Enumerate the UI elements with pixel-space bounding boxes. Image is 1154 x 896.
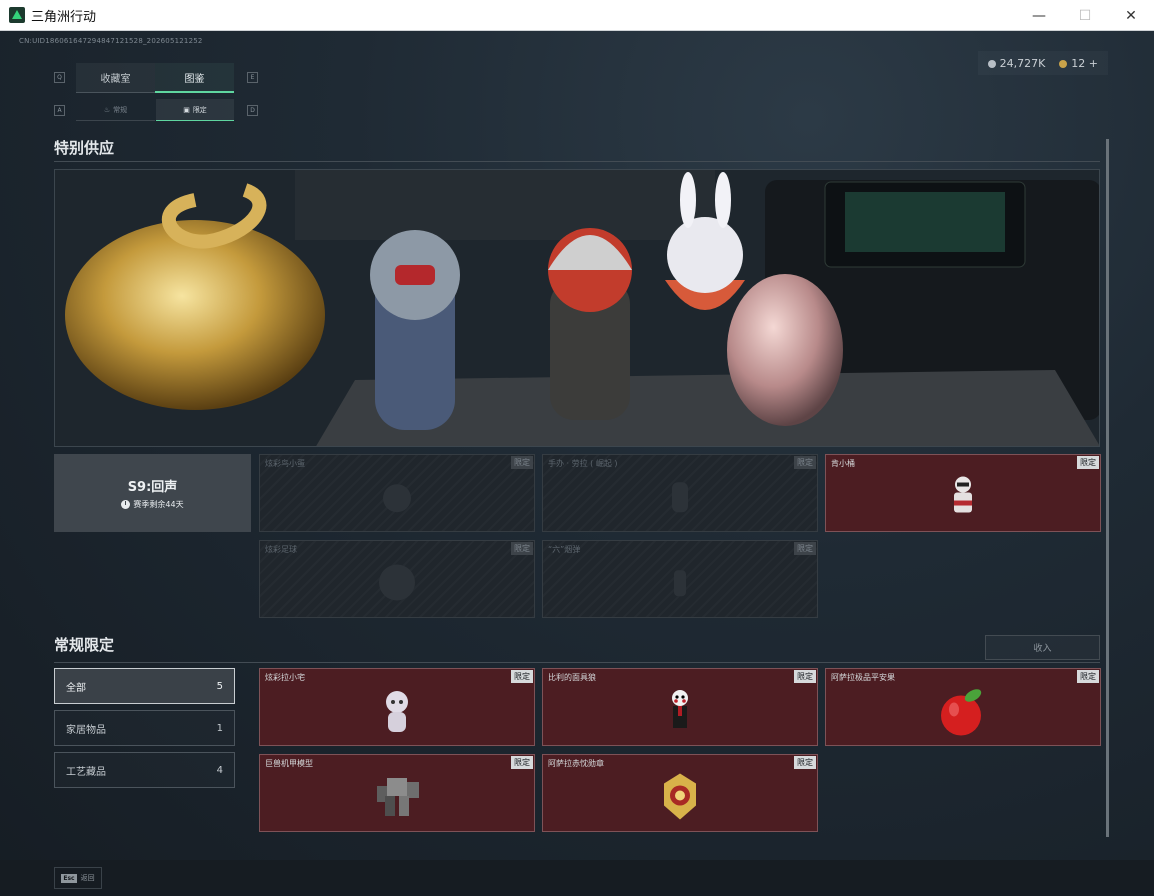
special-supply-banner[interactable]	[54, 169, 1100, 447]
category-count: 4	[216, 764, 223, 776]
window-titlebar: 三角洲行动 — ☐ ✕	[0, 0, 1154, 31]
limited-badge: 限定	[1077, 670, 1099, 683]
season-remaining-text: 赛季剩余44天	[133, 500, 184, 509]
category-craft[interactable]: 工艺藏品 4	[54, 752, 235, 788]
regular-limited-title: 常规限定	[54, 636, 115, 654]
regular-item-card[interactable]: 阿萨拉赤忱勋章 限定	[542, 754, 818, 832]
section-divider	[54, 662, 1100, 663]
special-item-card[interactable]: 炫彩鸟小蛋 限定	[259, 454, 535, 532]
key-hint-a: A	[54, 105, 65, 116]
close-button[interactable]: ✕	[1108, 0, 1154, 31]
normal-icon: ♨	[103, 105, 111, 114]
item-name: “六”烟弹	[548, 545, 581, 554]
subtab-normal-label: 常规	[113, 105, 128, 114]
limited-badge: 限定	[794, 456, 816, 469]
back-button[interactable]: Esc 返回	[54, 867, 102, 889]
tab-catalog[interactable]: 图鉴	[155, 63, 234, 93]
window-controls: — ☐ ✕	[1016, 0, 1154, 31]
limited-icon: ▣	[183, 105, 190, 114]
app-logo-icon	[9, 7, 25, 23]
limited-badge: 限定	[511, 542, 533, 555]
category-label: 家居物品	[66, 724, 106, 736]
regular-item-card[interactable]: 巨兽机甲模型 限定	[259, 754, 535, 832]
limited-badge: 限定	[511, 670, 533, 683]
special-item-card[interactable]: “六”烟弹 限定	[542, 540, 818, 618]
scrollbar-thumb[interactable]	[1106, 139, 1109, 837]
key-hint-q: Q	[54, 72, 65, 83]
item-name: 炫彩足球	[265, 545, 297, 554]
category-count: 5	[216, 680, 223, 692]
limited-badge: 限定	[794, 670, 816, 683]
figure-icon	[672, 482, 688, 513]
item-name: 炫彩拉小宅	[265, 673, 305, 682]
item-name: 阿萨拉极品平安果	[831, 673, 895, 682]
category-all[interactable]: 全部 5	[54, 668, 235, 704]
gold-coin-icon	[1059, 59, 1068, 68]
category-home[interactable]: 家居物品 1	[54, 710, 235, 746]
category-label: 全部	[66, 682, 86, 694]
special-item-card[interactable]: 炫彩足球 限定	[259, 540, 535, 618]
key-hint-d: D	[247, 105, 258, 116]
regular-item-card[interactable]: 比利的面具狼 限定	[542, 668, 818, 746]
season-remaining: 赛季剩余44天	[121, 499, 184, 510]
window-title: 三角洲行动	[31, 9, 97, 25]
season-card: S9:回声 赛季剩余44天	[54, 454, 251, 532]
subtab-limited[interactable]: ▣ 限定	[156, 99, 234, 121]
limited-badge: 限定	[794, 542, 816, 555]
item-name: 阿萨拉赤忱勋章	[548, 759, 604, 768]
minimize-button[interactable]: —	[1016, 0, 1062, 31]
special-supply-title: 特别供应	[54, 139, 115, 157]
gold-currency[interactable]: 12 +	[1059, 57, 1098, 70]
silver-coin-icon	[987, 59, 996, 68]
scrollbar[interactable]	[1106, 139, 1109, 837]
esc-key-hint: Esc	[61, 873, 77, 883]
game-viewport: CN:UID18606164729484712152​8_20260512125…	[0, 31, 1154, 896]
collapse-button[interactable]: 收入	[985, 635, 1100, 660]
apple-icon	[941, 689, 982, 736]
item-name: 比利的面具狼	[548, 673, 596, 682]
special-item-card[interactable]: 手办 · 劳拉 ( 崛起 ) 限定	[542, 454, 818, 532]
footer-bar: Esc 返回	[0, 860, 1154, 896]
item-name: 手办 · 劳拉 ( 崛起 )	[548, 459, 618, 468]
plush-figure-icon	[386, 691, 408, 732]
bucket-figure-icon	[954, 476, 972, 513]
item-name: 巨兽机甲模型	[265, 759, 313, 768]
banner-artwork	[55, 170, 1099, 446]
silver-currency-value: 24,727K	[999, 56, 1046, 70]
limited-badge: 限定	[794, 756, 816, 769]
back-label: 返回	[80, 874, 95, 882]
add-currency-icon[interactable]: +	[1089, 57, 1098, 70]
limited-badge: 限定	[511, 756, 533, 769]
section-divider	[54, 161, 1100, 162]
football-icon	[379, 564, 415, 601]
item-name: 肯小桶	[831, 459, 855, 468]
smoke-grenade-icon	[674, 570, 686, 597]
special-item-card[interactable]: 肯小桶 限定	[825, 454, 1101, 532]
regular-item-card[interactable]: 炫彩拉小宅 限定	[259, 668, 535, 746]
bird-egg-icon	[383, 484, 411, 513]
limited-badge: 限定	[511, 456, 533, 469]
currency-bar: 24,727K 12 +	[978, 51, 1108, 75]
item-name: 炫彩鸟小蛋	[265, 459, 305, 468]
clock-icon	[121, 500, 131, 509]
player-uid: CN:UID18606164729484712152​8_20260512125…	[19, 37, 203, 45]
maximize-button[interactable]: ☐	[1062, 0, 1108, 31]
tab-collection-room[interactable]: 收藏室	[76, 63, 155, 93]
regular-item-card[interactable]: 阿萨拉极品平安果 限定	[825, 668, 1101, 746]
gold-currency-value: 12	[1071, 56, 1086, 70]
mecha-model-icon	[377, 778, 419, 816]
puppet-icon	[672, 690, 688, 728]
limited-badge: 限定	[1077, 456, 1099, 469]
subtab-normal[interactable]: ♨ 常规	[76, 99, 155, 121]
season-title: S9:回声	[127, 480, 178, 495]
key-hint-e: E	[247, 72, 258, 83]
medal-icon	[664, 773, 696, 820]
silver-currency: 24,727K	[987, 56, 1046, 70]
category-label: 工艺藏品	[66, 766, 106, 778]
category-count: 1	[216, 722, 223, 734]
subtab-limited-label: 限定	[192, 105, 207, 114]
